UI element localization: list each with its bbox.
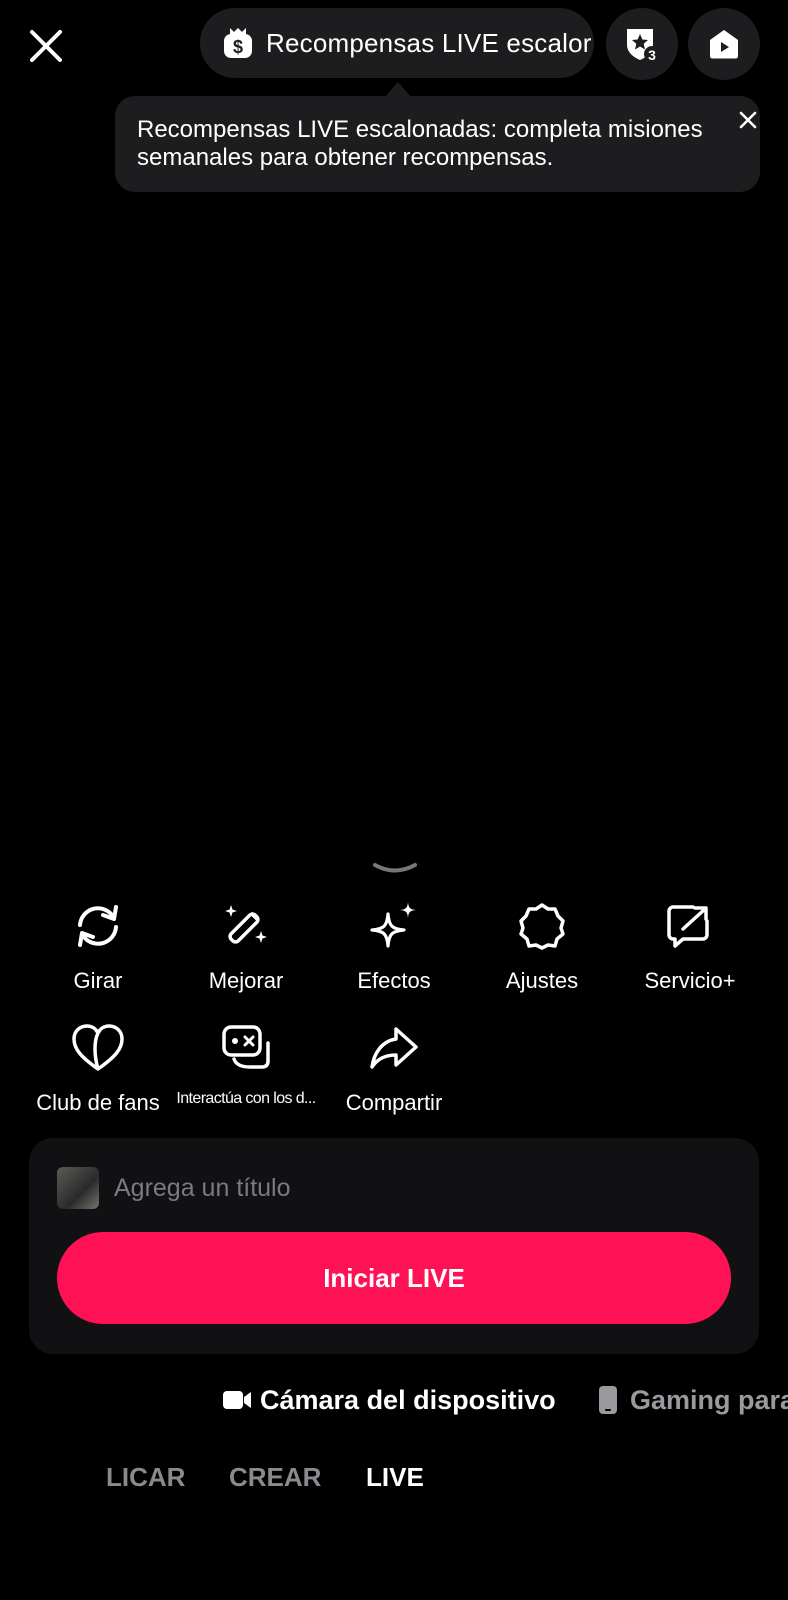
tool-label: Compartir (345, 1090, 443, 1115)
tool-efectos[interactable]: Efectos (320, 898, 468, 994)
tool-label: Interactúa con los d... (176, 1090, 316, 1107)
badge-count: 3 (648, 47, 656, 63)
tab-crear[interactable]: CREAR (229, 1462, 321, 1493)
tool-label: Club de fans (36, 1090, 160, 1115)
tool-label: Servicio+ (644, 968, 736, 993)
tool-label: Mejorar (208, 968, 284, 993)
tab-live[interactable]: LIVE (366, 1462, 424, 1493)
game-controller-icon (222, 1025, 270, 1069)
tool-mejorar[interactable]: Mejorar (172, 898, 320, 994)
source-camera-label: Cámara del dispositivo (260, 1384, 556, 1415)
rewards-tooltip: Recompensas LIVE escalonadas: completa m… (115, 96, 760, 192)
home-play-icon (710, 30, 738, 59)
cover-thumbnail[interactable] (57, 1167, 99, 1209)
tab-label: LIVE (366, 1462, 424, 1492)
sparkle-icon (370, 902, 416, 948)
tooltip-close-button[interactable] (734, 106, 762, 134)
tab-publicar[interactable]: LICAR (106, 1462, 185, 1493)
tooltip-text: Recompensas LIVE escalonadas: completa m… (137, 116, 703, 171)
chevron-down-icon (373, 863, 417, 873)
share-arrow-icon (370, 1027, 418, 1069)
title-input[interactable] (114, 1166, 714, 1210)
close-icon (739, 111, 757, 129)
source-gaming-label: Gaming para (630, 1384, 788, 1415)
close-icon (30, 30, 62, 62)
live-center-button[interactable] (688, 8, 760, 80)
panel-collapse-handle[interactable] (372, 862, 418, 881)
tool-label: Efectos (357, 968, 431, 993)
gear-icon (519, 903, 565, 950)
video-camera-icon (223, 1391, 251, 1409)
tool-label: Girar (73, 968, 123, 993)
tool-girar[interactable]: Girar (24, 898, 172, 994)
shield-star-icon: 3 (627, 29, 660, 63)
source-device-camera[interactable]: Cámara del dispositivo (222, 1378, 556, 1422)
rotate-icon (78, 905, 118, 947)
rewards-pill[interactable]: $ Recompensas LIVE escalor (200, 8, 594, 78)
svg-text:$: $ (233, 37, 243, 57)
money-bag-icon: $ (224, 28, 252, 58)
ranking-badge-button[interactable]: 3 (606, 8, 678, 80)
rewards-pill-label: Recompensas LIVE escalor (266, 27, 592, 58)
share-box-icon (667, 905, 709, 948)
tab-label: CREAR (229, 1462, 322, 1492)
tool-label: Ajustes (505, 968, 579, 993)
heart-icon (72, 1024, 124, 1071)
close-button[interactable] (22, 22, 70, 70)
tab-label: LICAR (106, 1462, 186, 1492)
tool-compartir[interactable]: Compartir (320, 1020, 468, 1116)
tool-club-de-fans[interactable]: Club de fans (24, 1020, 172, 1116)
magic-wand-icon (225, 905, 267, 944)
tool-ajustes[interactable]: Ajustes (468, 898, 616, 994)
tool-interactua[interactable]: Interactúa con los d... (172, 1020, 320, 1108)
tool-servicio[interactable]: Servicio+ (616, 898, 764, 994)
source-gaming[interactable]: Gaming para (598, 1378, 788, 1422)
phone-icon (599, 1386, 617, 1414)
start-live-button[interactable]: Iniciar LIVE (57, 1232, 731, 1324)
start-live-label: Iniciar LIVE (323, 1262, 465, 1293)
